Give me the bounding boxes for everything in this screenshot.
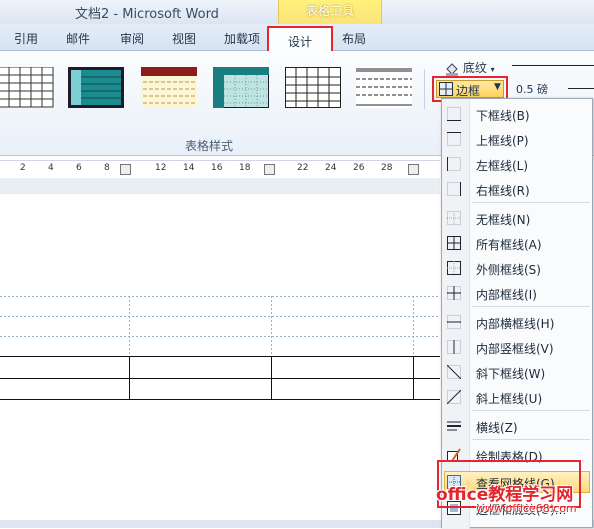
menu-item-label: 上框线(P) xyxy=(476,134,529,148)
menu-item-bottom-border[interactable]: 下框线(B) xyxy=(442,103,592,125)
menu-item-label: 内部框线(I) xyxy=(476,288,537,302)
table-style-teal-grid-thumb[interactable] xyxy=(213,67,269,108)
pen-weight-selector[interactable]: 0.5 磅 xyxy=(516,81,548,97)
menu-item-right-border[interactable]: 右框线(R) xyxy=(442,178,592,200)
tab-addins[interactable]: 加载项 xyxy=(224,30,260,47)
border-all-icon xyxy=(447,236,461,250)
border-inside-horizontal-icon xyxy=(447,315,461,329)
ruler-tick: 16 xyxy=(211,163,223,173)
menu-item-all-borders[interactable]: 所有框线(A) xyxy=(442,232,592,254)
border-inside-vertical-icon xyxy=(447,340,461,354)
border-bottom-icon xyxy=(447,107,461,121)
border-top-icon xyxy=(447,132,461,146)
menu-item-top-border[interactable]: 上框线(P) xyxy=(442,128,592,150)
menu-item-inside-borders[interactable]: 内部框线(I) xyxy=(442,282,592,304)
watermark-url: www.office68.com xyxy=(476,502,577,515)
menu-item-label: 所有框线(A) xyxy=(476,238,542,252)
window-title: 文档2 - Microsoft Word xyxy=(75,7,219,22)
context-group-label: 表格工具 xyxy=(305,4,354,18)
tab-design-label: 设计 xyxy=(287,35,312,49)
menu-item-label: 横线(Z) xyxy=(476,421,518,435)
tab-review[interactable]: 审阅 xyxy=(120,30,144,47)
borders-button-face: 边框 ▼ xyxy=(436,80,504,98)
diagonal-up-icon xyxy=(446,389,462,405)
menu-separator xyxy=(472,410,590,411)
paint-bucket-icon xyxy=(445,62,459,76)
menu-item-diagonal-up-border[interactable]: 斜上框线(U) xyxy=(442,386,592,408)
menu-item-label: 内部竖框线(V) xyxy=(476,342,554,356)
ruler-tick: 8 xyxy=(104,163,110,173)
ruler-tick: 24 xyxy=(325,163,337,173)
horizontal-ruler[interactable]: 2 4 6 8 12 14 16 18 22 24 26 28 xyxy=(0,160,440,180)
menu-item-horizontal-line[interactable]: 横线(Z) xyxy=(442,415,592,437)
menu-item-label: 左框线(L) xyxy=(476,159,529,173)
table-styles-group-label: 表格样式 xyxy=(185,139,234,153)
horizontal-line-icon xyxy=(447,419,461,433)
menu-item-label: 斜下框线(W) xyxy=(476,367,546,381)
menu-separator xyxy=(472,306,590,307)
border-outside-icon xyxy=(447,261,461,275)
menu-separator xyxy=(472,202,590,203)
tab-mailings[interactable]: 邮件 xyxy=(66,30,90,47)
ruler-tick: 2 xyxy=(20,163,26,173)
menu-item-label: 内部横框线(H) xyxy=(476,317,555,331)
border-left-icon xyxy=(447,157,461,171)
ruler-tick: 6 xyxy=(76,163,82,173)
ruler-tick: 22 xyxy=(297,163,309,173)
menu-item-label: 斜上框线(U) xyxy=(476,392,543,406)
tab-layout[interactable]: 布局 xyxy=(342,30,366,47)
menu-item-label: 右框线(R) xyxy=(476,184,530,198)
menu-item-left-border[interactable]: 左框线(L) xyxy=(442,153,592,175)
line-style-selector[interactable] xyxy=(512,65,594,66)
tab-view[interactable]: 视图 xyxy=(172,30,196,47)
chevron-down-icon: ▼ xyxy=(494,82,501,92)
ruler-tick: 28 xyxy=(381,163,393,173)
borders-label: 边框 xyxy=(456,84,481,98)
menu-item-inside-vertical-border[interactable]: 内部竖框线(V) xyxy=(442,336,592,358)
chevron-down-icon: ▾ xyxy=(490,65,495,74)
column-marker[interactable] xyxy=(408,164,419,175)
table-style-lines-thumb[interactable] xyxy=(356,67,412,108)
column-marker[interactable] xyxy=(120,164,131,175)
menu-item-diagonal-down-border[interactable]: 斜下框线(W) xyxy=(442,361,592,383)
document-table[interactable] xyxy=(0,296,440,402)
shading-label: 底纹 xyxy=(462,61,487,75)
menu-item-no-border[interactable]: 无框线(N) xyxy=(442,207,592,229)
table-style-plain-grid-thumb[interactable] xyxy=(285,67,341,108)
menu-item-inside-horizontal-border[interactable]: 内部横框线(H) xyxy=(442,311,592,333)
border-right-icon xyxy=(447,182,461,196)
column-marker[interactable] xyxy=(264,164,275,175)
border-inside-icon xyxy=(447,286,461,300)
ruler-tick: 4 xyxy=(48,163,54,173)
diagonal-down-icon xyxy=(446,364,462,380)
table-style-grid-thumb[interactable] xyxy=(0,67,54,108)
menu-separator xyxy=(472,439,590,440)
menu-item-label: 外侧框线(S) xyxy=(476,263,541,277)
tab-references[interactable]: 引用 xyxy=(14,30,38,47)
ruler-tick: 18 xyxy=(239,163,251,173)
ruler-margin-band xyxy=(0,178,440,194)
borders-grid-icon xyxy=(439,82,453,99)
menu-item-outside-borders[interactable]: 外侧框线(S) xyxy=(442,257,592,279)
border-none-icon xyxy=(447,211,461,225)
table-style-red-header-thumb[interactable] xyxy=(141,67,197,108)
ruler-tick: 26 xyxy=(353,163,365,173)
shading-button[interactable]: 底纹 ▾ xyxy=(445,59,495,76)
table-style-teal-thumb[interactable] xyxy=(68,67,124,108)
ruler-tick: 14 xyxy=(183,163,195,173)
ruler-tick: 12 xyxy=(155,163,167,173)
menu-item-label: 无框线(N) xyxy=(476,213,531,227)
menu-item-label: 下框线(B) xyxy=(476,109,530,123)
pen-weight-line xyxy=(568,88,594,89)
